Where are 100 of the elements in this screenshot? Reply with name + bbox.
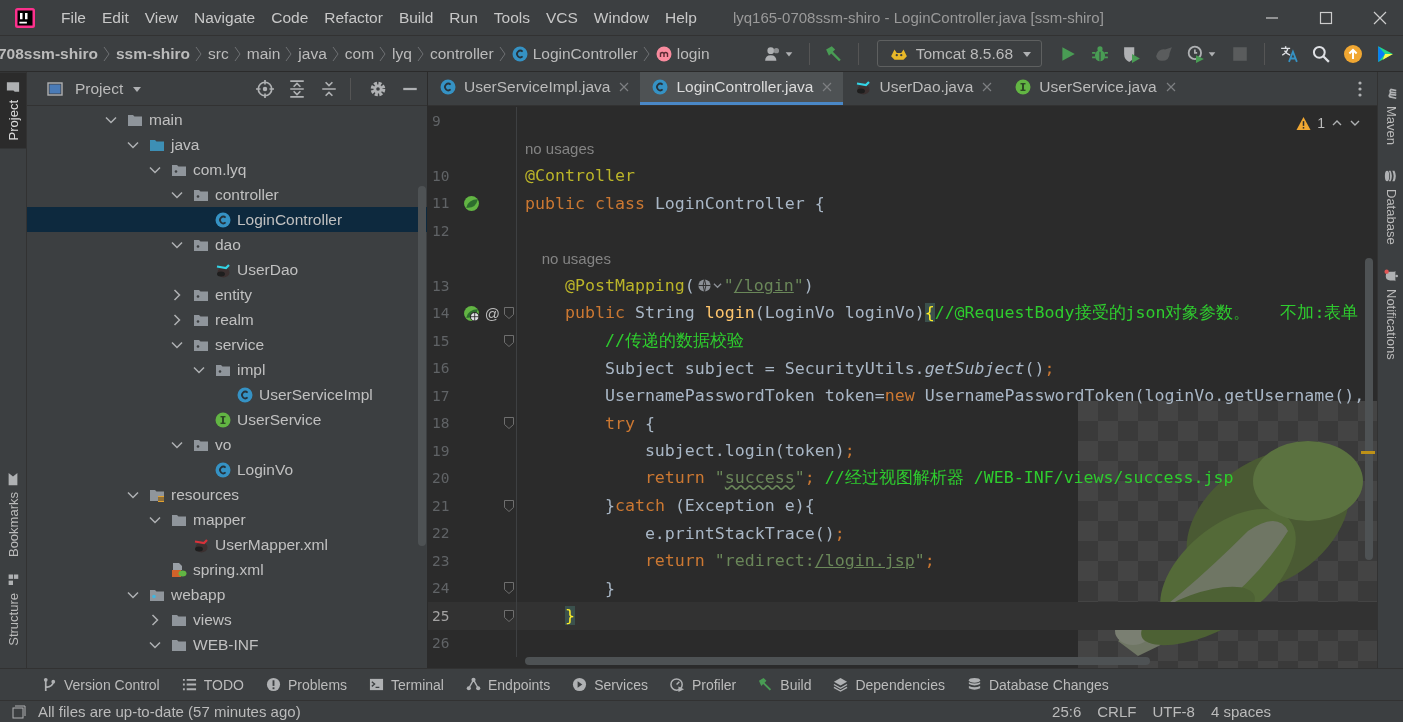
tree-item[interactable]: UserService xyxy=(27,407,427,432)
code-line: try { xyxy=(603,413,655,433)
scrollbar[interactable] xyxy=(525,657,1150,665)
breadcrumb[interactable]: login xyxy=(655,44,710,63)
menu-item[interactable]: Build xyxy=(390,8,442,27)
menu-item[interactable]: Run xyxy=(441,8,486,27)
tool-window-button[interactable]: Terminal xyxy=(369,676,444,693)
fold-icon[interactable] xyxy=(502,608,515,623)
tool-window-tab[interactable]: Database xyxy=(1378,161,1403,255)
tree-item[interactable]: UserServiceImpl xyxy=(27,382,427,407)
menu-item[interactable]: Window xyxy=(585,8,657,27)
menu-item[interactable]: File xyxy=(53,8,94,27)
tool-window-button[interactable]: Profiler xyxy=(669,676,737,693)
tree-item[interactable]: controller xyxy=(27,182,427,207)
tool-window-button[interactable]: Dependencies xyxy=(833,676,945,693)
menu-item[interactable]: Code xyxy=(263,8,317,27)
tree-item[interactable]: com.lyq xyxy=(27,157,427,182)
usage-hint[interactable]: no usages xyxy=(525,139,595,157)
menu-item[interactable]: View xyxy=(136,8,187,27)
tool-window-button[interactable]: Problems xyxy=(265,676,348,693)
breadcrumb[interactable]: LoginController xyxy=(511,44,638,63)
run-configuration-dropdown[interactable]: Tomcat 8.5.68 xyxy=(876,40,1042,67)
tree-item[interactable]: java xyxy=(27,132,427,157)
close-icon[interactable] xyxy=(618,81,631,93)
tree-item[interactable]: LoginController xyxy=(27,207,427,232)
fold-icon[interactable] xyxy=(502,581,515,596)
status-item[interactable]: 4 spaces xyxy=(1206,703,1275,720)
tree-item[interactable]: vo xyxy=(27,432,427,457)
close-icon[interactable] xyxy=(1164,81,1177,93)
scrollbar[interactable] xyxy=(418,186,426,546)
fold-icon[interactable] xyxy=(502,306,515,321)
code-line: Subject subject = SecurityUtils.getSubject(); xyxy=(603,358,1055,378)
tree-item[interactable]: WEB-INF xyxy=(27,632,427,657)
line-number: 10 xyxy=(431,167,451,184)
warning-indicator[interactable]: 1 xyxy=(1296,115,1361,131)
tree-item[interactable]: webapp xyxy=(27,582,427,607)
editor-tab[interactable]: LoginController.java xyxy=(640,72,844,105)
breadcrumb[interactable]: controller xyxy=(429,44,494,63)
editor-tab[interactable]: UserDao.java xyxy=(843,72,1004,105)
alert-icon xyxy=(265,677,281,692)
more-icon[interactable] xyxy=(1357,79,1363,98)
tool-window-button[interactable]: Services xyxy=(572,676,648,693)
fold-icon[interactable] xyxy=(502,498,515,513)
menu-item[interactable]: VCS xyxy=(537,8,586,27)
tree-item[interactable]: entity xyxy=(27,282,427,307)
gear-icon[interactable] xyxy=(369,79,387,98)
menu-item[interactable]: Navigate xyxy=(186,8,264,27)
menu-item[interactable]: Tools xyxy=(485,8,538,27)
status-item[interactable]: CRLF xyxy=(1093,703,1141,720)
code-line: @PostMapping( xyxy=(563,276,695,296)
tool-window-tab[interactable]: Project xyxy=(0,72,26,149)
tree-item[interactable]: views xyxy=(27,607,427,632)
status-item[interactable]: 25:6 xyxy=(1048,703,1086,720)
menu-item[interactable]: Edit xyxy=(94,8,137,27)
status-item[interactable]: UTF-8 xyxy=(1148,703,1199,720)
fold-icon[interactable] xyxy=(502,416,515,431)
tree-item[interactable]: resources xyxy=(27,482,427,507)
panel-title[interactable]: Project xyxy=(75,79,124,98)
panel-toggle-icon[interactable] xyxy=(12,704,26,719)
menu-item[interactable]: Help xyxy=(657,8,705,27)
tool-window-tab[interactable]: Maven xyxy=(1378,78,1403,156)
editor-tab[interactable]: UserService.java xyxy=(1003,72,1187,105)
locate-icon[interactable] xyxy=(256,79,274,98)
tool-window-button[interactable]: Database Changes xyxy=(966,676,1109,693)
collapse-all-icon[interactable] xyxy=(320,79,338,98)
tree-item[interactable]: service xyxy=(27,332,427,357)
tree-item[interactable]: mapper xyxy=(27,507,427,532)
fold-icon[interactable] xyxy=(502,333,515,348)
translate-icon xyxy=(1280,44,1298,63)
tool-window-button[interactable]: Endpoints xyxy=(465,676,551,693)
editor-tab[interactable]: UserServiceImpl.java xyxy=(428,72,641,105)
breadcrumb[interactable]: lyq xyxy=(392,44,412,63)
tree-item[interactable]: LoginVo xyxy=(27,457,427,482)
tree-item[interactable]: realm xyxy=(27,307,427,332)
close-icon[interactable] xyxy=(981,81,994,93)
breadcrumb[interactable]: main xyxy=(246,44,281,63)
breadcrumb[interactable]: com xyxy=(344,44,375,63)
tool-window-button[interactable]: Build xyxy=(758,676,812,693)
tree-item[interactable]: spring.xml xyxy=(27,557,427,582)
tree-item[interactable]: main xyxy=(27,107,427,132)
globe-icon[interactable] xyxy=(696,278,712,294)
expand-all-icon[interactable] xyxy=(288,79,306,98)
tool-window-tab[interactable]: Notifications xyxy=(1378,260,1403,370)
tool-window-button[interactable]: TODO xyxy=(181,676,244,693)
breadcrumb[interactable]: java xyxy=(298,44,327,63)
tool-window-button[interactable]: Version Control xyxy=(42,676,160,693)
tree-item[interactable]: impl xyxy=(27,357,427,382)
bean-icon[interactable] xyxy=(462,194,480,212)
tree-item[interactable]: dao xyxy=(27,232,427,257)
gutter-marker[interactable]: @ xyxy=(484,304,501,322)
tool-window-tab[interactable]: Structure xyxy=(0,565,26,654)
scrollbar[interactable] xyxy=(1365,258,1373,560)
tree-item[interactable]: UserMapper.xml xyxy=(27,532,427,557)
breadcrumb[interactable]: src xyxy=(208,44,229,63)
usage-hint[interactable]: no usages xyxy=(525,249,611,267)
tree-item[interactable]: UserDao xyxy=(27,257,427,282)
breadcrumb[interactable]: ssm-shiro xyxy=(115,44,191,63)
bean-globe-icon[interactable] xyxy=(462,304,480,322)
menu-item[interactable]: Refactor xyxy=(316,8,391,27)
tool-window-tab[interactable]: Bookmarks xyxy=(0,464,26,566)
